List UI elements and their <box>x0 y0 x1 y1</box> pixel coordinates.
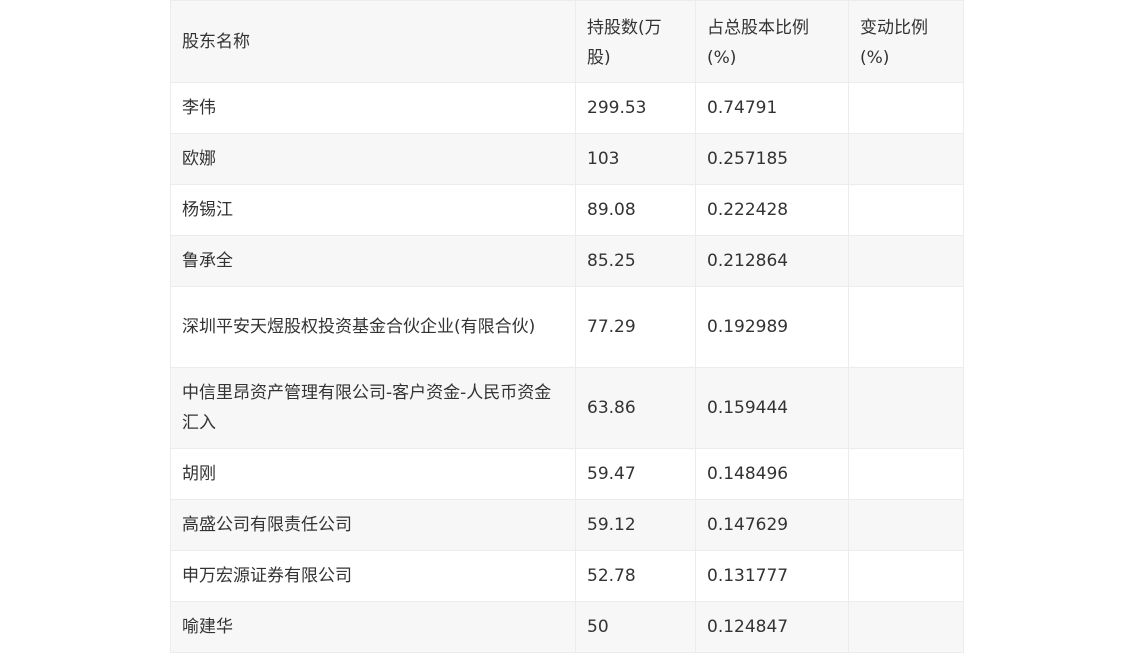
table-row: 李伟 299.53 0.74791 <box>170 82 964 134</box>
cell-shareholder-name: 高盛公司有限责任公司 <box>170 499 576 551</box>
cell-change-ratio <box>848 82 964 134</box>
cell-share-ratio: 0.257185 <box>695 133 849 185</box>
cell-shares-held: 63.86 <box>575 367 696 449</box>
cell-share-ratio: 0.212864 <box>695 235 849 287</box>
cell-shareholder-name: 鲁承全 <box>170 235 576 287</box>
cell-shares-held: 59.47 <box>575 448 696 500</box>
header-row: 股东名称 持股数(万股) 占总股本比例(%) 变动比例(%) <box>170 0 964 83</box>
cell-change-ratio <box>848 184 964 236</box>
table-row: 申万宏源证券有限公司 52.78 0.131777 <box>170 550 964 602</box>
cell-shares-held: 85.25 <box>575 235 696 287</box>
cell-share-ratio: 0.131777 <box>695 550 849 602</box>
cell-shareholder-name: 中信里昂资产管理有限公司-客户资金-人民币资金汇入 <box>170 367 576 449</box>
cell-shares-held: 52.78 <box>575 550 696 602</box>
table-row: 杨锡江 89.08 0.222428 <box>170 184 964 236</box>
table-header: 股东名称 持股数(万股) 占总股本比例(%) 变动比例(%) <box>170 0 964 83</box>
cell-share-ratio: 0.192989 <box>695 286 849 368</box>
header-shares-held: 持股数(万股) <box>575 0 696 83</box>
cell-change-ratio <box>848 286 964 368</box>
cell-share-ratio: 0.74791 <box>695 82 849 134</box>
cell-change-ratio <box>848 367 964 449</box>
cell-share-ratio: 0.147629 <box>695 499 849 551</box>
cell-share-ratio: 0.159444 <box>695 367 849 449</box>
table-row: 中信里昂资产管理有限公司-客户资金-人民币资金汇入 63.86 0.159444 <box>170 367 964 449</box>
cell-shares-held: 50 <box>575 601 696 653</box>
cell-shareholder-name: 杨锡江 <box>170 184 576 236</box>
cell-shareholder-name: 胡刚 <box>170 448 576 500</box>
shareholder-table: 股东名称 持股数(万股) 占总股本比例(%) 变动比例(%) 李伟 299.53… <box>170 0 964 653</box>
cell-share-ratio: 0.222428 <box>695 184 849 236</box>
cell-change-ratio <box>848 133 964 185</box>
cell-share-ratio: 0.124847 <box>695 601 849 653</box>
cell-shareholder-name: 喻建华 <box>170 601 576 653</box>
cell-change-ratio <box>848 601 964 653</box>
table-row: 喻建华 50 0.124847 <box>170 601 964 653</box>
cell-share-ratio: 0.148496 <box>695 448 849 500</box>
shareholder-table-container: 股东名称 持股数(万股) 占总股本比例(%) 变动比例(%) 李伟 299.53… <box>170 0 964 653</box>
cell-shareholder-name: 申万宏源证券有限公司 <box>170 550 576 602</box>
cell-change-ratio <box>848 235 964 287</box>
table-row: 高盛公司有限责任公司 59.12 0.147629 <box>170 499 964 551</box>
cell-change-ratio <box>848 550 964 602</box>
cell-shareholder-name: 欧娜 <box>170 133 576 185</box>
table-row: 欧娜 103 0.257185 <box>170 133 964 185</box>
table-row: 深圳平安天煜股权投资基金合伙企业(有限合伙) 77.29 0.192989 <box>170 286 964 368</box>
cell-change-ratio <box>848 448 964 500</box>
cell-shares-held: 299.53 <box>575 82 696 134</box>
table-row: 鲁承全 85.25 0.212864 <box>170 235 964 287</box>
table-row: 胡刚 59.47 0.148496 <box>170 448 964 500</box>
header-change-ratio: 变动比例(%) <box>848 0 964 83</box>
table-body: 李伟 299.53 0.74791 欧娜 103 0.257185 杨锡江 89… <box>170 82 964 653</box>
cell-change-ratio <box>848 499 964 551</box>
cell-shareholder-name: 深圳平安天煜股权投资基金合伙企业(有限合伙) <box>170 286 576 368</box>
header-shareholder-name: 股东名称 <box>170 0 576 83</box>
header-share-ratio: 占总股本比例(%) <box>695 0 849 83</box>
cell-shareholder-name: 李伟 <box>170 82 576 134</box>
cell-shares-held: 103 <box>575 133 696 185</box>
cell-shares-held: 59.12 <box>575 499 696 551</box>
cell-shares-held: 77.29 <box>575 286 696 368</box>
cell-shares-held: 89.08 <box>575 184 696 236</box>
